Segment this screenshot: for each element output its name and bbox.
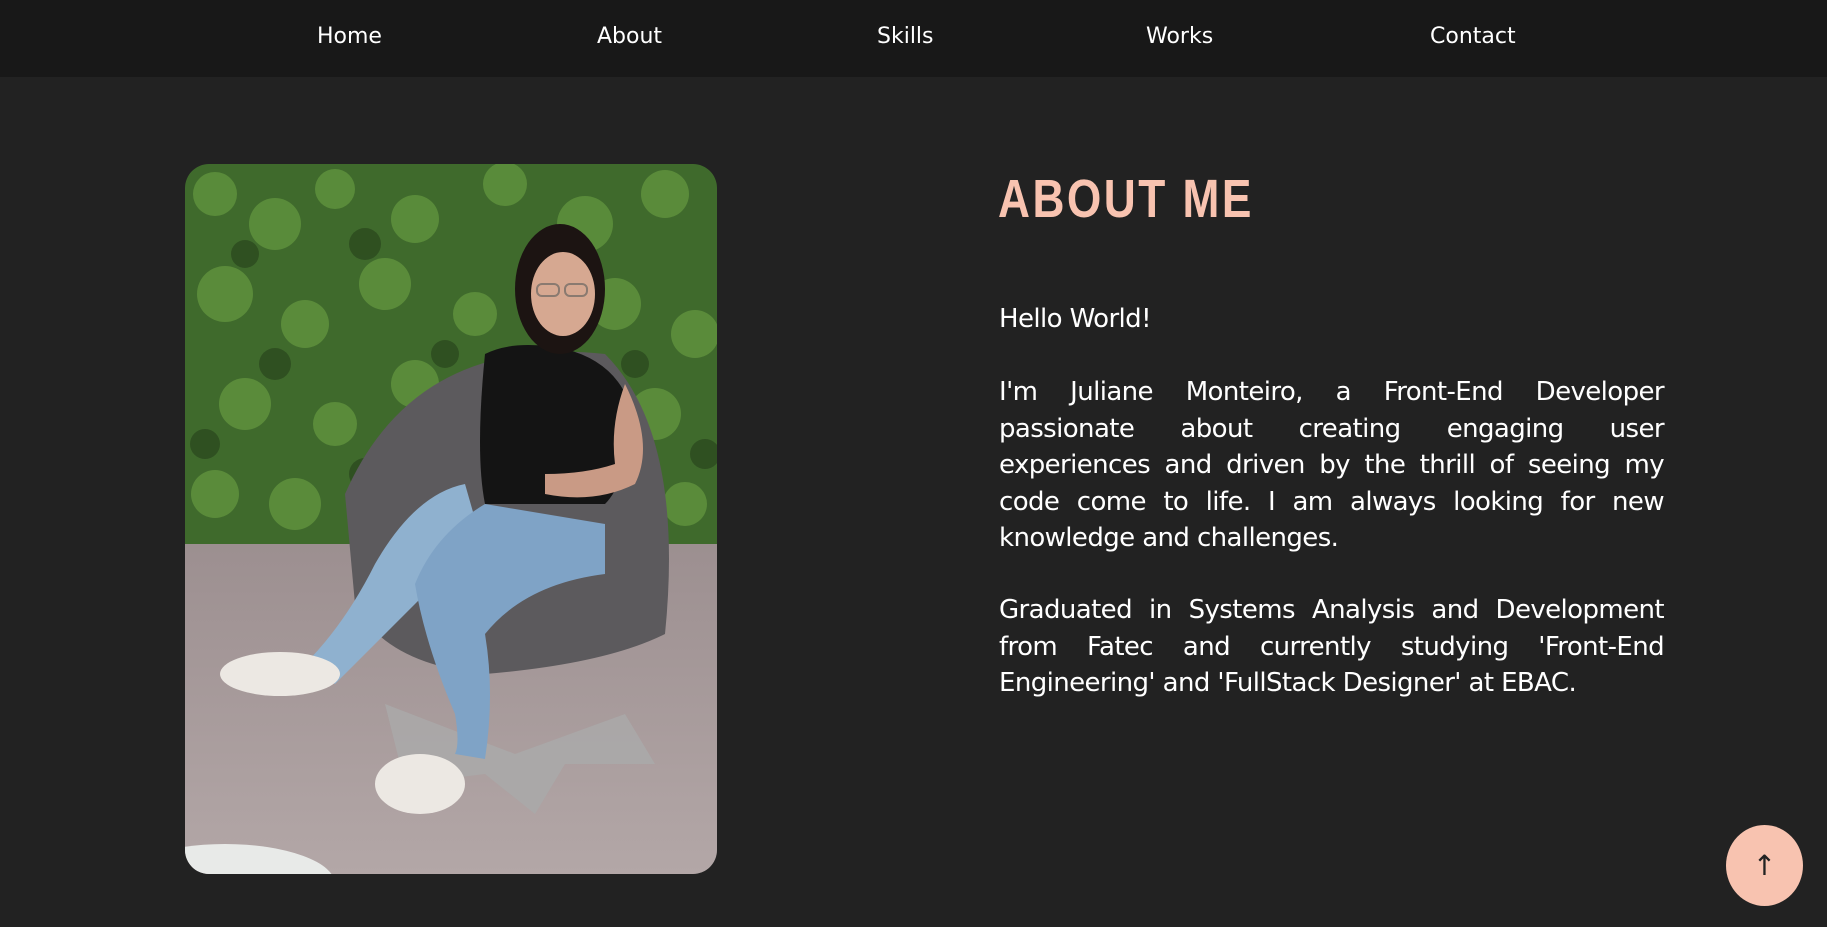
profile-photo	[185, 164, 717, 874]
navbar: Home About Skills Works Contact	[0, 0, 1827, 77]
back-to-top-button[interactable]: ↑	[1726, 825, 1803, 906]
nav-link-about[interactable]: About	[597, 24, 662, 49]
arrow-up-icon: ↑	[1752, 849, 1777, 882]
about-paragraph-2: Graduated in Systems Analysis and Develo…	[999, 595, 1665, 698]
nav-link-contact[interactable]: Contact	[1430, 24, 1516, 49]
about-title: ABOUT ME	[998, 169, 1254, 229]
nav-link-home[interactable]: Home	[317, 24, 382, 49]
nav-link-skills[interactable]: Skills	[877, 24, 934, 49]
nav-link-works[interactable]: Works	[1146, 24, 1213, 49]
about-paragraph-1: I'm Juliane Monteiro, a Front-End Develo…	[999, 377, 1665, 553]
about-greeting: Hello World!	[999, 304, 1152, 334]
